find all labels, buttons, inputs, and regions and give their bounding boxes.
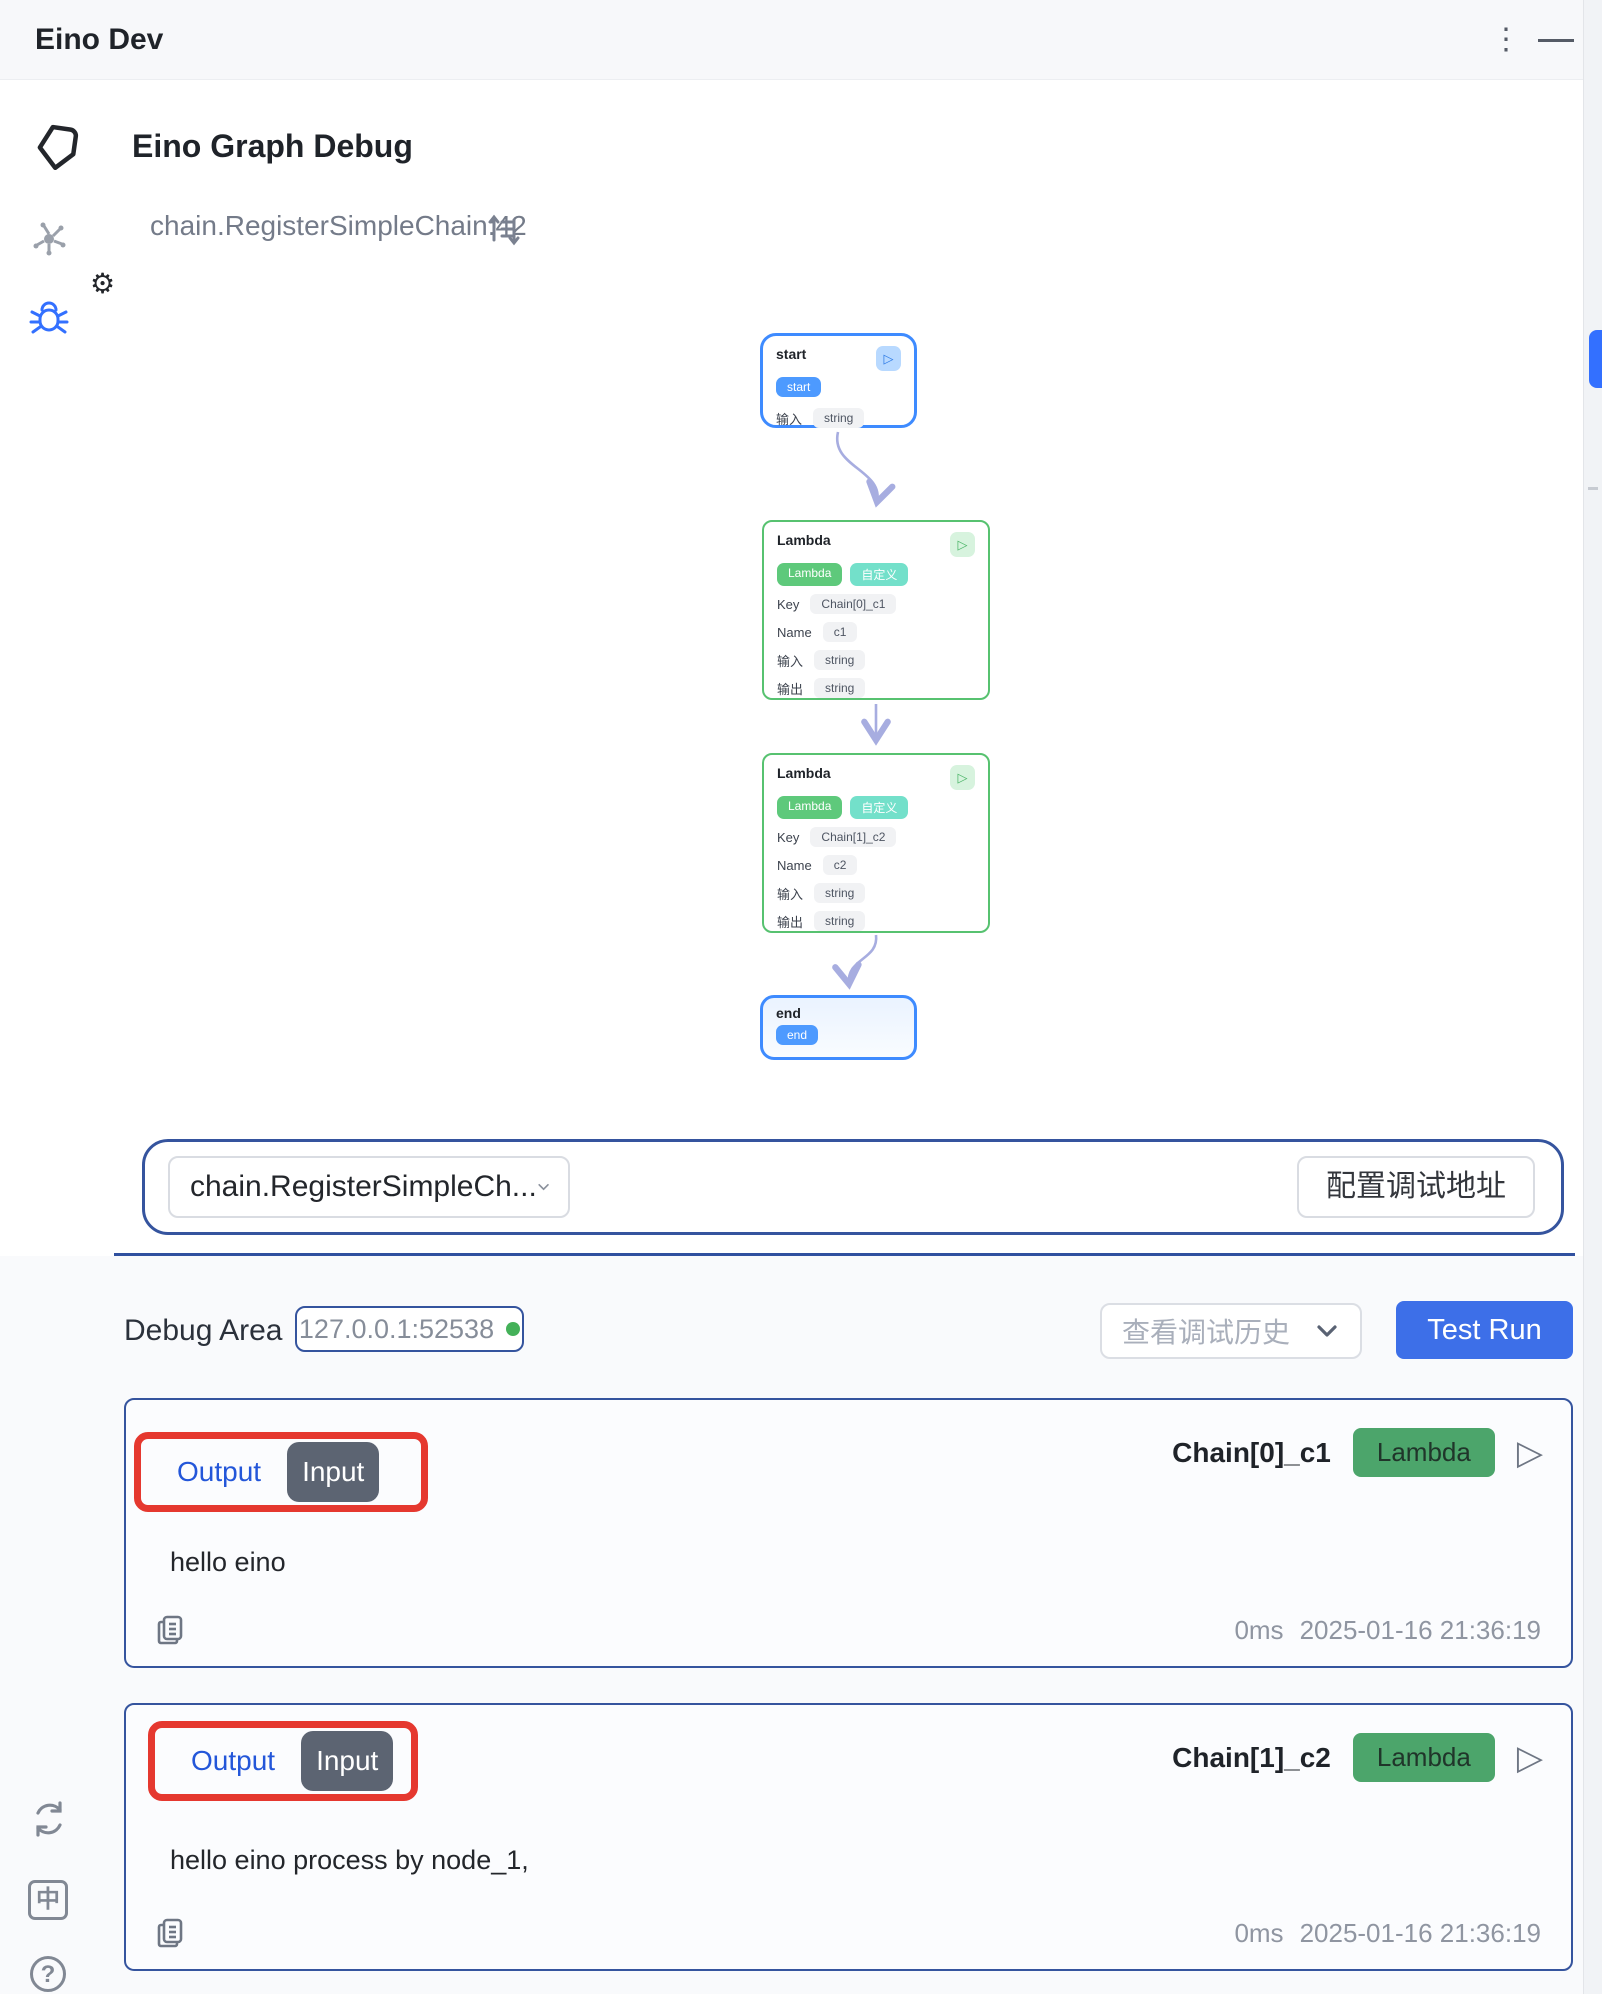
node-play-icon[interactable]: ▷: [950, 765, 975, 790]
kv-value: Chain[1]_c2: [810, 827, 896, 847]
kv-label: 输出: [777, 679, 803, 698]
node-title: start: [776, 346, 806, 362]
node-custom-badge: 自定义: [850, 563, 908, 586]
kv-label: 输入: [777, 884, 803, 903]
kebab-menu-icon[interactable]: ⋮: [1488, 0, 1524, 80]
right-panel-strip: [1583, 0, 1602, 1994]
node-type-badge: start: [776, 377, 821, 397]
test-run-button[interactable]: Test Run: [1396, 1301, 1573, 1359]
sidebar-item-debug[interactable]: [28, 298, 70, 340]
node-type-badge: end: [776, 1025, 818, 1045]
node-type-badge: Lambda: [777, 796, 842, 819]
eino-logo-icon: ⚙: [30, 120, 86, 176]
kv-value: string: [814, 650, 865, 670]
page-title: Eino Graph Debug: [132, 128, 413, 165]
chevron-down-icon: [537, 1179, 550, 1195]
debug-history-select[interactable]: 查看调试历史: [1100, 1303, 1362, 1359]
kv-label: Key: [777, 597, 799, 612]
node-title: Lambda: [777, 765, 831, 781]
help-icon[interactable]: ?: [30, 1956, 66, 1992]
graph-node-end[interactable]: end end: [760, 995, 917, 1060]
kv-label: Name: [777, 625, 812, 640]
node-type-badge: Lambda: [777, 563, 842, 586]
result-content: hello eino: [170, 1547, 286, 1578]
input-tab[interactable]: Input: [287, 1442, 379, 1502]
breadcrumb: chain.RegisterSimpleChain:42: [150, 210, 527, 242]
node-play-icon[interactable]: ▷: [950, 532, 975, 557]
kv-value: string: [814, 911, 865, 931]
run-node-icon[interactable]: ▷: [1517, 1741, 1543, 1775]
node-title: end: [776, 1005, 801, 1021]
refresh-icon[interactable]: [30, 1800, 68, 1838]
panel-expand-handle[interactable]: [1589, 330, 1602, 388]
kv-label: 输入: [777, 651, 803, 670]
annotation-red-box: Output Input: [134, 1432, 428, 1512]
output-tab[interactable]: Output: [177, 1456, 261, 1488]
node-type-badge: Lambda: [1353, 1733, 1495, 1782]
kv-label: Name: [777, 858, 812, 873]
debug-area-title: Debug Area: [124, 1314, 282, 1348]
app-title: Eino Dev: [35, 0, 163, 80]
debug-address-value: 127.0.0.1:52538: [299, 1314, 494, 1345]
configure-debug-address-button[interactable]: 配置调试地址: [1297, 1156, 1535, 1218]
kv-value: string: [814, 678, 865, 698]
graph-node-start[interactable]: start ▷ start 输入 string: [760, 333, 917, 428]
kv-value: c2: [823, 855, 858, 875]
duration-label: 0ms: [1234, 1918, 1283, 1949]
output-tab[interactable]: Output: [191, 1745, 275, 1777]
panel-resize-dash: [1588, 487, 1598, 490]
result-content: hello eino process by node_1,: [170, 1845, 529, 1876]
sort-icon[interactable]: [487, 212, 521, 248]
timestamp-label: 2025-01-16 21:36:19: [1300, 1615, 1541, 1646]
graph-node-lambda-c1[interactable]: Lambda ▷ Lambda 自定义 Key Chain[0]_c1 Namec…: [762, 520, 990, 700]
kv-label: 输入: [776, 409, 802, 428]
duration-label: 0ms: [1234, 1615, 1283, 1646]
gear-icon: ⚙: [90, 270, 115, 298]
history-select-placeholder: 查看调试历史: [1122, 1311, 1290, 1351]
debug-address-pill[interactable]: 127.0.0.1:52538: [295, 1306, 524, 1352]
window-titlebar: Eino Dev ⋮: [0, 0, 1602, 80]
graph-node-lambda-c2[interactable]: Lambda ▷ Lambda 自定义 Key Chain[1]_c2 Namec…: [762, 753, 990, 933]
app-window: Eino Dev ⋮ ⚙: [0, 0, 1602, 1994]
connected-status-dot: [506, 1322, 520, 1336]
node-type-badge: Lambda: [1353, 1428, 1495, 1477]
sidebar-item-graph[interactable]: [30, 220, 68, 258]
timestamp-label: 2025-01-16 21:36:19: [1300, 1918, 1541, 1949]
node-key-label: Chain[1]_c2: [1172, 1742, 1331, 1774]
chevron-down-icon: [1314, 1322, 1340, 1340]
kv-value: string: [814, 883, 865, 903]
kv-value: Chain[0]_c1: [810, 594, 896, 614]
node-custom-badge: 自定义: [850, 796, 908, 819]
chain-select[interactable]: chain.RegisterSimpleCh...: [168, 1156, 570, 1218]
minimize-icon[interactable]: [1538, 39, 1574, 42]
copy-icon[interactable]: [156, 1917, 184, 1949]
debug-result-card: Output Input Chain[0]_c1 Lambda ▷ hello …: [124, 1398, 1573, 1668]
run-node-icon[interactable]: ▷: [1517, 1436, 1543, 1470]
debug-result-card: Output Input Chain[1]_c2 Lambda ▷ hello …: [124, 1703, 1573, 1971]
chain-select-value: chain.RegisterSimpleCh...: [190, 1170, 537, 1204]
input-tab[interactable]: Input: [301, 1731, 393, 1791]
node-play-icon[interactable]: ▷: [876, 346, 901, 371]
kv-value: string: [813, 408, 864, 428]
chain-toolbar: chain.RegisterSimpleCh... 配置调试地址: [142, 1139, 1564, 1235]
node-title: Lambda: [777, 532, 831, 548]
copy-icon[interactable]: [156, 1614, 184, 1646]
annotation-red-box: Output Input: [148, 1721, 418, 1801]
node-key-label: Chain[0]_c1: [1172, 1437, 1331, 1469]
kv-label: 输出: [777, 912, 803, 931]
language-toggle-icon[interactable]: 中: [28, 1880, 68, 1920]
kv-value: c1: [823, 622, 858, 642]
kv-label: Key: [777, 830, 799, 845]
